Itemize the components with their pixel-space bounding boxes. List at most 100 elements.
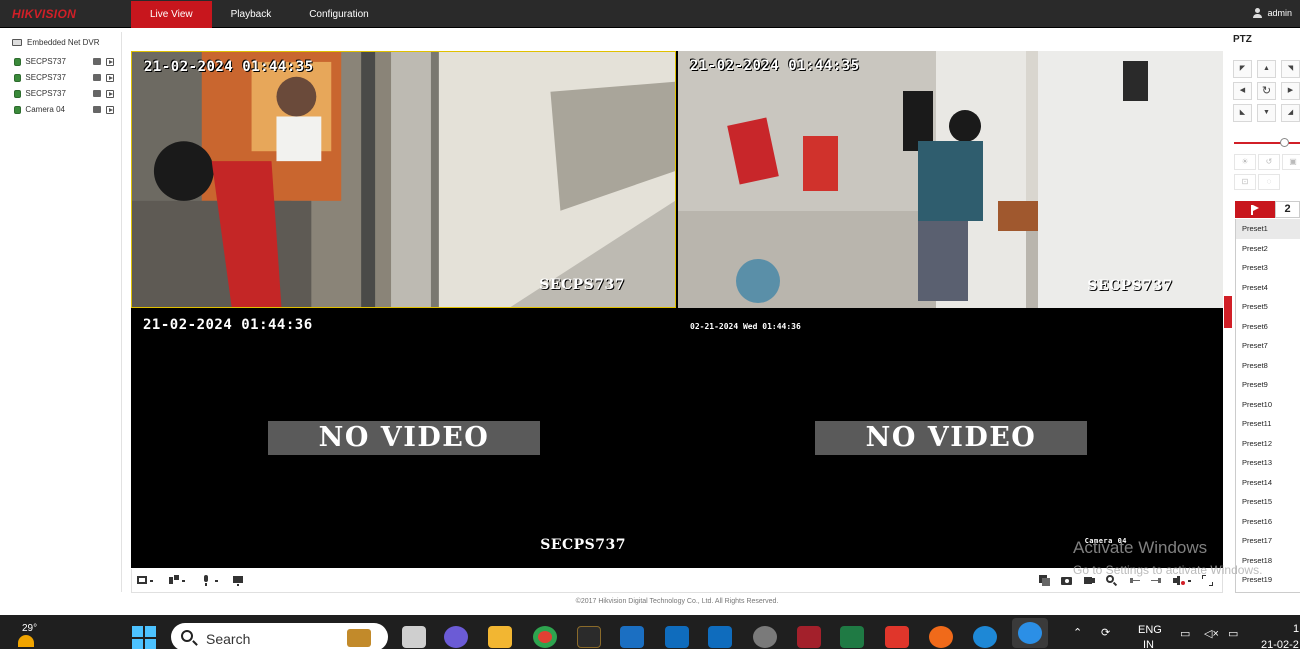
camera-icon <box>14 73 22 82</box>
3d-positioning-icon[interactable]: ⊡ <box>1234 174 1256 190</box>
clock-time[interactable]: 1 <box>1293 623 1299 635</box>
preset-item[interactable]: Preset3 <box>1236 258 1300 278</box>
preset-item[interactable]: Preset2 <box>1236 239 1300 259</box>
preset-item[interactable]: Preset13 <box>1236 453 1300 473</box>
settings-gear-icon[interactable] <box>753 626 777 648</box>
clock-date[interactable]: 21-02-2 <box>1261 639 1299 649</box>
app-icon[interactable] <box>708 626 732 648</box>
activate-windows-watermark: Activate Windows <box>1073 538 1208 557</box>
tab-live-view[interactable]: Live View <box>131 1 212 28</box>
layout-icon[interactable] <box>137 575 153 586</box>
edge-icon[interactable] <box>973 626 997 648</box>
anydesk-icon[interactable] <box>885 626 909 648</box>
user-menu[interactable]: admin <box>1253 8 1292 18</box>
ptz-title: PTZ <box>1233 34 1252 45</box>
ptz-speed-slider[interactable] <box>1234 142 1300 144</box>
osd-timestamp: 21-02-2024 01:44:35 <box>144 59 314 75</box>
no-video-banner: NO VIDEO <box>268 421 540 455</box>
stream-type-icon[interactable] <box>169 575 185 586</box>
battery-icon[interactable]: ▭ <box>1228 627 1238 640</box>
camera-item[interactable]: SECPS737 <box>14 73 114 82</box>
tab-playback[interactable]: Playback <box>212 1 291 28</box>
ptz-up-right-button[interactable]: ◥ <box>1281 60 1300 78</box>
playback-icon[interactable] <box>105 89 114 98</box>
capture-camera-icon[interactable] <box>1061 575 1073 586</box>
camera-feed-atm-lobby <box>132 52 675 307</box>
preset-item[interactable]: Preset8 <box>1236 356 1300 376</box>
stop-all-icon[interactable] <box>1039 575 1051 586</box>
app-icon[interactable] <box>620 626 644 648</box>
preset-item[interactable]: Preset15 <box>1236 492 1300 512</box>
flag-icon <box>1251 205 1259 215</box>
playback-icon[interactable] <box>105 57 114 66</box>
camera-item[interactable]: SECPS737 <box>14 57 114 66</box>
record-icon[interactable] <box>92 58 101 65</box>
internet-explorer-icon[interactable] <box>1012 618 1048 648</box>
preset-item[interactable]: Preset10 <box>1236 395 1300 415</box>
preset-item[interactable]: Preset14 <box>1236 473 1300 493</box>
preset-item[interactable]: Preset4 <box>1236 278 1300 298</box>
volume-icon[interactable]: ◁× <box>1204 627 1219 640</box>
app-icon[interactable] <box>577 626 601 648</box>
osd-timestamp: 02-21-2024 Wed 01:44:36 <box>690 322 801 331</box>
collapse-panel-handle[interactable] <box>1224 296 1232 328</box>
preset-item[interactable]: Preset16 <box>1236 512 1300 532</box>
microphone-icon[interactable] <box>202 575 218 586</box>
playback-icon[interactable] <box>105 73 114 82</box>
dvr-node[interactable]: Embedded Net DVR <box>12 38 99 47</box>
preset-item[interactable]: Preset9 <box>1236 375 1300 395</box>
camera-item[interactable]: SECPS737 <box>14 89 114 98</box>
preset-tabs: 2 <box>1235 201 1300 218</box>
record-icon[interactable] <box>92 74 101 81</box>
firefox-icon[interactable] <box>929 626 953 648</box>
playback-icon[interactable] <box>105 105 114 114</box>
preset-item[interactable]: Preset5 <box>1236 297 1300 317</box>
tray-overflow-icon[interactable]: ⌃ <box>1073 626 1082 639</box>
monitor-icon[interactable] <box>233 575 245 586</box>
ptz-down-left-button[interactable]: ◣ <box>1233 104 1252 122</box>
preset-item[interactable]: Preset7 <box>1236 336 1300 356</box>
app-icon[interactable] <box>797 626 821 648</box>
video-tile[interactable]: 21-02-2024 01:44:35 SECPS737 <box>131 51 676 308</box>
preset-item[interactable]: Preset11 <box>1236 414 1300 434</box>
camera-item[interactable]: Camera 04 <box>14 105 114 114</box>
ptz-auto-rotate-icon[interactable]: ↻ <box>1257 82 1276 100</box>
excel-icon[interactable] <box>840 626 864 648</box>
ptz-speed-knob[interactable] <box>1280 138 1289 147</box>
outlook-icon[interactable] <box>665 626 689 648</box>
video-tile[interactable]: 21-02-2024 01:44:35 SECPS737 <box>678 51 1223 308</box>
tab-configuration[interactable]: Configuration <box>290 1 387 28</box>
tab-presets[interactable] <box>1235 201 1275 218</box>
ptz-down-button[interactable]: ▼ <box>1257 104 1276 122</box>
ptz-up-button[interactable]: ▲ <box>1257 60 1276 78</box>
wiper-icon[interactable]: ↺ <box>1258 154 1280 170</box>
chrome-icon[interactable] <box>533 626 557 648</box>
teams-icon[interactable] <box>444 626 468 648</box>
preset-item[interactable]: Preset17 <box>1236 531 1300 551</box>
preset-item[interactable]: Preset6 <box>1236 317 1300 337</box>
light-icon[interactable]: ☀ <box>1234 154 1256 170</box>
weather-sun-icon <box>18 635 34 647</box>
language-indicator[interactable]: ENG <box>1138 624 1162 636</box>
ptz-left-button[interactable]: ◀ <box>1233 82 1252 100</box>
start-button[interactable] <box>132 626 156 649</box>
focus-icon[interactable]: ▣ <box>1282 154 1300 170</box>
file-explorer-icon[interactable] <box>488 626 512 648</box>
record-icon[interactable] <box>92 106 101 113</box>
search-icon <box>181 630 193 642</box>
user-icon <box>1253 8 1263 18</box>
video-tile[interactable]: 02-21-2024 Wed 01:44:36 NO VIDEO Camera … <box>678 310 1223 567</box>
taskbar-search[interactable]: Search <box>171 623 388 649</box>
record-icon[interactable] <box>92 90 101 97</box>
task-view-icon[interactable] <box>402 626 426 648</box>
ptz-right-button[interactable]: ▶ <box>1281 82 1300 100</box>
tab-patrol[interactable]: 2 <box>1275 201 1300 218</box>
ptz-down-right-button[interactable]: ◢ <box>1281 104 1300 122</box>
preset-item[interactable]: Preset12 <box>1236 434 1300 454</box>
network-icon[interactable]: ▭ <box>1180 627 1190 640</box>
lens-init-icon[interactable]: ◌ <box>1258 174 1280 190</box>
video-tile[interactable]: 21-02-2024 01:44:36 NO VIDEO SECPS737 <box>131 310 676 567</box>
sync-icon[interactable]: ⟳ <box>1101 626 1110 639</box>
ptz-up-left-button[interactable]: ◤ <box>1233 60 1252 78</box>
preset-item[interactable]: Preset1 <box>1236 219 1300 239</box>
